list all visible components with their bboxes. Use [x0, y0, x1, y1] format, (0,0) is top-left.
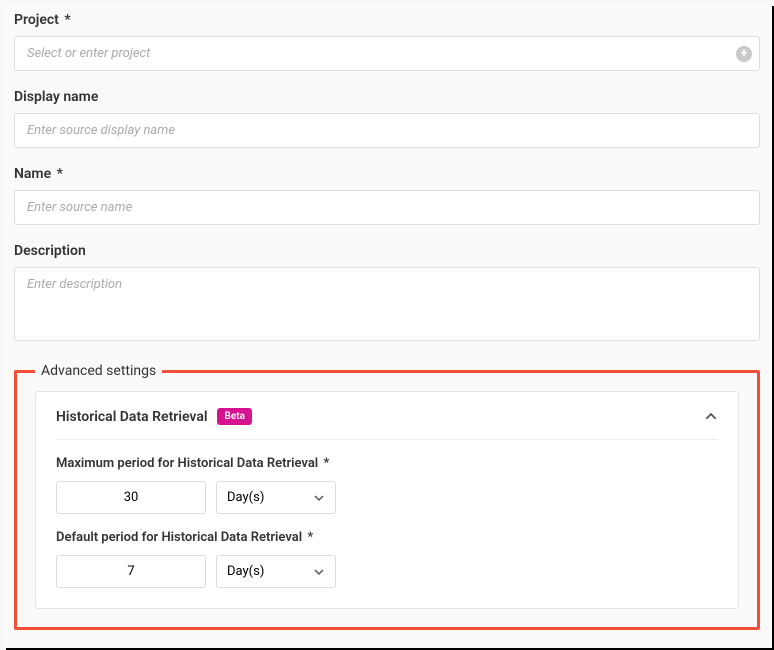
display-name-input[interactable] [14, 113, 760, 148]
default-period-label-text: Default period for Historical Data Retri… [56, 530, 302, 545]
historical-title: Historical Data Retrieval [56, 409, 207, 425]
description-field-group: Description [14, 243, 760, 345]
required-mark: * [64, 12, 70, 28]
max-period-unit-label: Day(s) [227, 490, 264, 505]
project-label-text: Project [14, 12, 59, 28]
project-label: Project * [14, 12, 760, 28]
default-period-field: Default period for Historical Data Retri… [56, 530, 718, 588]
beta-badge: Beta [217, 408, 251, 425]
chevron-down-icon [313, 566, 325, 578]
chevron-up-icon[interactable] [704, 410, 718, 424]
description-input[interactable] [14, 267, 760, 341]
historical-section-header[interactable]: Historical Data Retrieval Beta [56, 408, 718, 440]
display-name-label: Display name [14, 89, 760, 105]
default-period-label: Default period for Historical Data Retri… [56, 530, 718, 545]
max-period-value-input[interactable] [56, 481, 206, 514]
max-period-row: Day(s) [56, 481, 718, 514]
default-period-row: Day(s) [56, 555, 718, 588]
name-label-text: Name [14, 166, 51, 182]
historical-title-wrap: Historical Data Retrieval Beta [56, 408, 252, 425]
name-input[interactable] [14, 190, 760, 225]
display-name-field-group: Display name [14, 89, 760, 148]
required-mark: * [307, 530, 313, 545]
historical-section: Historical Data Retrieval Beta Maximum p… [35, 391, 739, 609]
advanced-settings-legend: Advanced settings [35, 363, 162, 379]
project-input[interactable] [14, 36, 760, 71]
max-period-field: Maximum period for Historical Data Retri… [56, 456, 718, 514]
default-period-value-input[interactable] [56, 555, 206, 588]
description-label: Description [14, 243, 760, 259]
form-page: Project * + Display name Name * Descript… [2, 2, 772, 648]
max-period-label-text: Maximum period for Historical Data Retri… [56, 456, 318, 471]
default-period-unit-label: Day(s) [227, 564, 264, 579]
chevron-down-icon [313, 492, 325, 504]
project-input-wrap: + [14, 36, 760, 71]
max-period-label: Maximum period for Historical Data Retri… [56, 456, 718, 471]
name-label: Name * [14, 166, 760, 182]
default-period-unit-select[interactable]: Day(s) [216, 555, 336, 588]
max-period-unit-select[interactable]: Day(s) [216, 481, 336, 514]
plus-icon[interactable]: + [736, 46, 752, 62]
advanced-settings-fieldset: Advanced settings Historical Data Retrie… [14, 363, 760, 630]
project-field-group: Project * + [14, 12, 760, 71]
required-mark: * [323, 456, 329, 471]
required-mark: * [57, 166, 63, 182]
name-field-group: Name * [14, 166, 760, 225]
